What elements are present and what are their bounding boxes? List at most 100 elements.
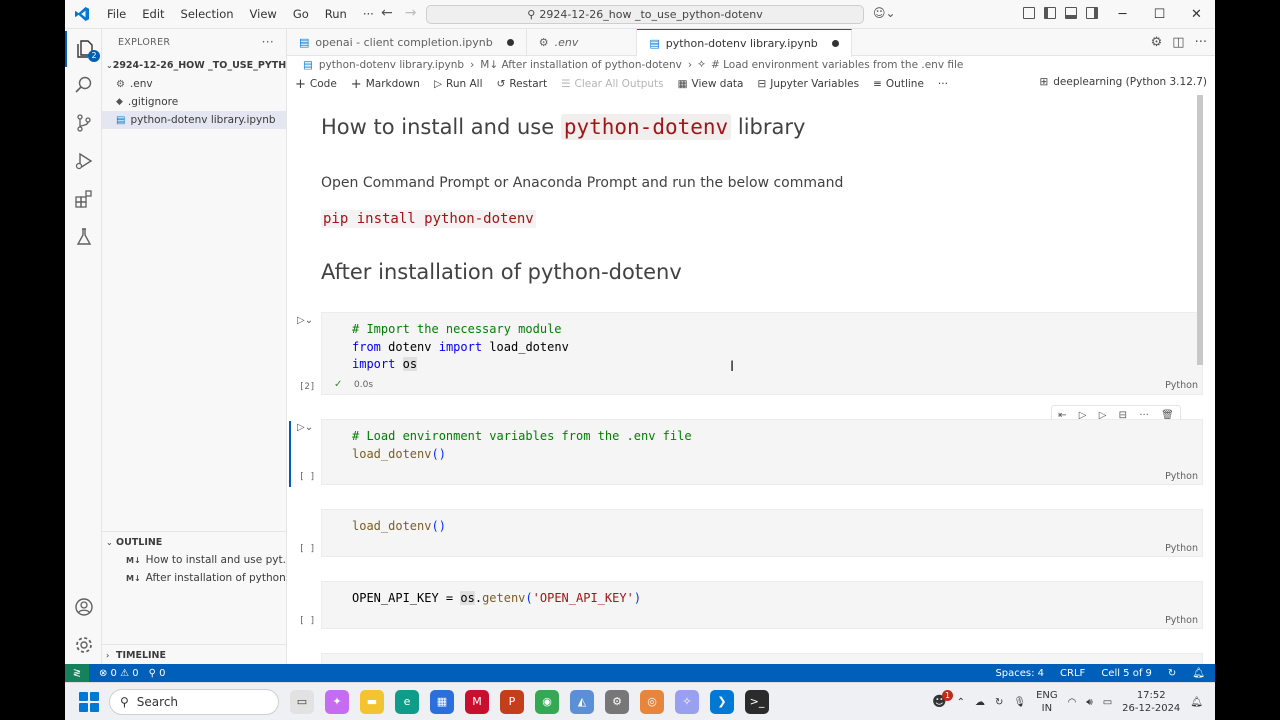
task-view-icon[interactable]: ▭ [290, 689, 314, 714]
windows-start-icon[interactable] [79, 691, 99, 712]
bell-icon[interactable]: 🔔︎ [1192, 668, 1205, 679]
run-cell-icon[interactable]: ▷⌄ [297, 422, 313, 433]
onedrive-icon[interactable]: ☁ [975, 697, 985, 708]
terminal-icon[interactable]: >_ [745, 689, 769, 714]
add-code-cell-button[interactable]: + Code [295, 77, 337, 92]
remote-icon[interactable]: ≷ [65, 664, 89, 682]
code-cell[interactable]: # Load environment variables from the .e… [321, 419, 1203, 485]
problems-status[interactable]: ⊗ 0 ⚠ 0 [99, 668, 139, 679]
cell-language[interactable]: Python [1165, 380, 1198, 391]
jupyter-variables-button[interactable]: ⊟ Jupyter Variables [757, 78, 859, 90]
chrome-browser-icon[interactable]: ◉ [535, 689, 559, 714]
copilot-app-icon[interactable]: ✦ [325, 689, 349, 714]
outline-item[interactable]: M↓ How to install and use pyt... [102, 551, 287, 569]
minimize-button[interactable]: ─ [1104, 0, 1141, 29]
workspace-folder[interactable]: ⌄ 2924-12-26_HOW _TO_USE_PYTHON-... [102, 55, 286, 75]
anaconda-icon[interactable]: ◎ [640, 689, 664, 714]
menu-selection[interactable]: Selection [173, 0, 242, 29]
back-arrow-icon[interactable]: ← [381, 5, 393, 21]
source-control-icon[interactable] [65, 105, 102, 141]
cell-code[interactable]: # Load environment variables from the .e… [352, 428, 692, 463]
file-item-gitignore[interactable]: ◆ .gitignore [102, 93, 286, 111]
clock[interactable]: 17:52 26-12-2024 [1122, 689, 1180, 715]
clear-all-outputs-button[interactable]: ☰ Clear All Outputs [561, 78, 664, 90]
wifi-icon[interactable]: ◠ [1068, 697, 1077, 708]
gear-icon[interactable]: ⚙ [1151, 35, 1163, 50]
command-center[interactable]: ⚲ 2924-12-26_how _to_use_python-dotenv [426, 5, 864, 24]
code-cell[interactable]: # Import the necessary module from doten… [321, 312, 1203, 395]
settings-gear-icon[interactable]: ⚙ [605, 689, 629, 714]
code-cell[interactable]: load_dotenv() Python [321, 509, 1203, 557]
file-item-notebook[interactable]: ▤ python-dotenv library.ipynb [102, 111, 286, 129]
breadcrumb-section[interactable]: M↓ After installation of python-dotenv [480, 59, 682, 71]
kernel-picker[interactable]: ⊞ deeplearning (Python 3.12.7) [1039, 76, 1207, 88]
maximize-button[interactable]: ☐ [1141, 0, 1178, 29]
file-item-env[interactable]: ⚙ .env [102, 75, 286, 93]
cell-language[interactable]: Python [1165, 615, 1198, 626]
indentation-status[interactable]: Spaces: 4 [995, 668, 1044, 679]
code-cell[interactable]: OPEN_API_KEY = os.getenv('OPEN_API_KEY')… [321, 581, 1203, 629]
outline-button[interactable]: ≡ Outline [873, 78, 924, 90]
settings-gear-icon[interactable] [65, 627, 102, 663]
forward-arrow-icon[interactable]: → [405, 5, 417, 21]
breadcrumb-file[interactable]: python-dotenv library.ipynb [319, 59, 464, 71]
chevron-up-icon[interactable]: ⌃ [957, 697, 965, 708]
run-debug-icon[interactable] [65, 143, 102, 179]
app-icon[interactable]: ✧ [675, 689, 699, 714]
search-icon[interactable] [65, 67, 102, 103]
run-all-button[interactable]: ▷ Run All [434, 78, 483, 90]
notifications-bell-icon[interactable]: 🔔︎ [1190, 697, 1203, 708]
outline-item[interactable]: M↓ After installation of python... [102, 569, 287, 587]
tab-env[interactable]: ⚙ .env [527, 29, 638, 56]
extensions-icon[interactable] [65, 181, 102, 217]
account-icon[interactable] [65, 589, 102, 625]
breadcrumb-cell[interactable]: # Load environment variables from the .e… [711, 59, 963, 71]
explorer-icon[interactable]: 2 [65, 31, 102, 67]
cell-code[interactable]: load_dotenv() [352, 518, 446, 536]
vscode-taskbar-icon[interactable]: ❯ [710, 689, 734, 714]
restart-button[interactable]: ↺ Restart [497, 78, 548, 90]
mcafee-icon[interactable]: M [465, 689, 489, 714]
cell-code[interactable]: OPEN_API_KEY = os.getenv('OPEN_API_KEY') [352, 590, 641, 608]
toolbar-more-button[interactable]: ··· [938, 78, 948, 90]
unsaved-dot-icon[interactable] [831, 40, 839, 47]
copilot-icon[interactable]: ☺⌄ [873, 6, 896, 20]
widgets-icon[interactable]: ☻ 1 [932, 690, 954, 710]
cell-language[interactable]: Python [1165, 543, 1198, 554]
file-explorer-icon[interactable]: ▬ [360, 689, 384, 714]
outline-section-header[interactable]: ⌄ OUTLINE [102, 531, 287, 553]
input-language[interactable]: ENG IN [1036, 689, 1058, 715]
menu-file[interactable]: File [99, 0, 134, 29]
menu-go[interactable]: Go [285, 0, 317, 29]
view-data-button[interactable]: ▦ View data [678, 78, 744, 90]
toggle-panel-icon[interactable] [1065, 7, 1077, 19]
menu-view[interactable]: View [242, 0, 285, 29]
unsaved-dot-icon[interactable] [506, 39, 514, 46]
split-editor-icon[interactable]: ◫ [1172, 35, 1184, 50]
close-button[interactable]: ✕ [1178, 0, 1215, 29]
edge-browser-icon[interactable]: e [395, 689, 419, 714]
toggle-sidebar-icon[interactable] [1044, 7, 1056, 19]
microphone-icon[interactable]: 🎙︎ [1013, 697, 1026, 708]
add-markdown-cell-button[interactable]: + Markdown [351, 77, 420, 92]
cell-language[interactable]: Python [1165, 471, 1198, 482]
toggle-secondary-sidebar-icon[interactable] [1086, 7, 1098, 19]
ports-status[interactable]: ⚲ 0 [149, 668, 166, 679]
tab-openai-notebook[interactable]: ▤ openai - client completion.ipynb [287, 29, 527, 56]
customize-layout-icon[interactable] [1023, 7, 1035, 19]
cell-code[interactable]: # Import the necessary module from doten… [352, 321, 569, 374]
microsoft-store-icon[interactable]: ▦ [430, 689, 454, 714]
cell-position-status[interactable]: Cell 5 of 9 [1101, 668, 1152, 679]
tab-python-dotenv-notebook[interactable]: ▤ python-dotenv library.ipynb [637, 29, 852, 57]
more-actions-icon[interactable]: ··· [1195, 35, 1207, 50]
notebook-scrollbar[interactable] [1197, 95, 1203, 365]
code-cell[interactable] [321, 653, 1203, 664]
testing-flask-icon[interactable] [65, 219, 102, 255]
sync-icon[interactable]: ↻ [1168, 668, 1176, 679]
powerpoint-icon[interactable]: P [500, 689, 524, 714]
photos-icon[interactable]: ◭ [570, 689, 594, 714]
eol-status[interactable]: CRLF [1060, 668, 1085, 679]
sync-app-icon[interactable]: ↻ [995, 697, 1003, 708]
menu-edit[interactable]: Edit [134, 0, 172, 29]
explorer-more-button[interactable]: ··· [262, 35, 274, 49]
